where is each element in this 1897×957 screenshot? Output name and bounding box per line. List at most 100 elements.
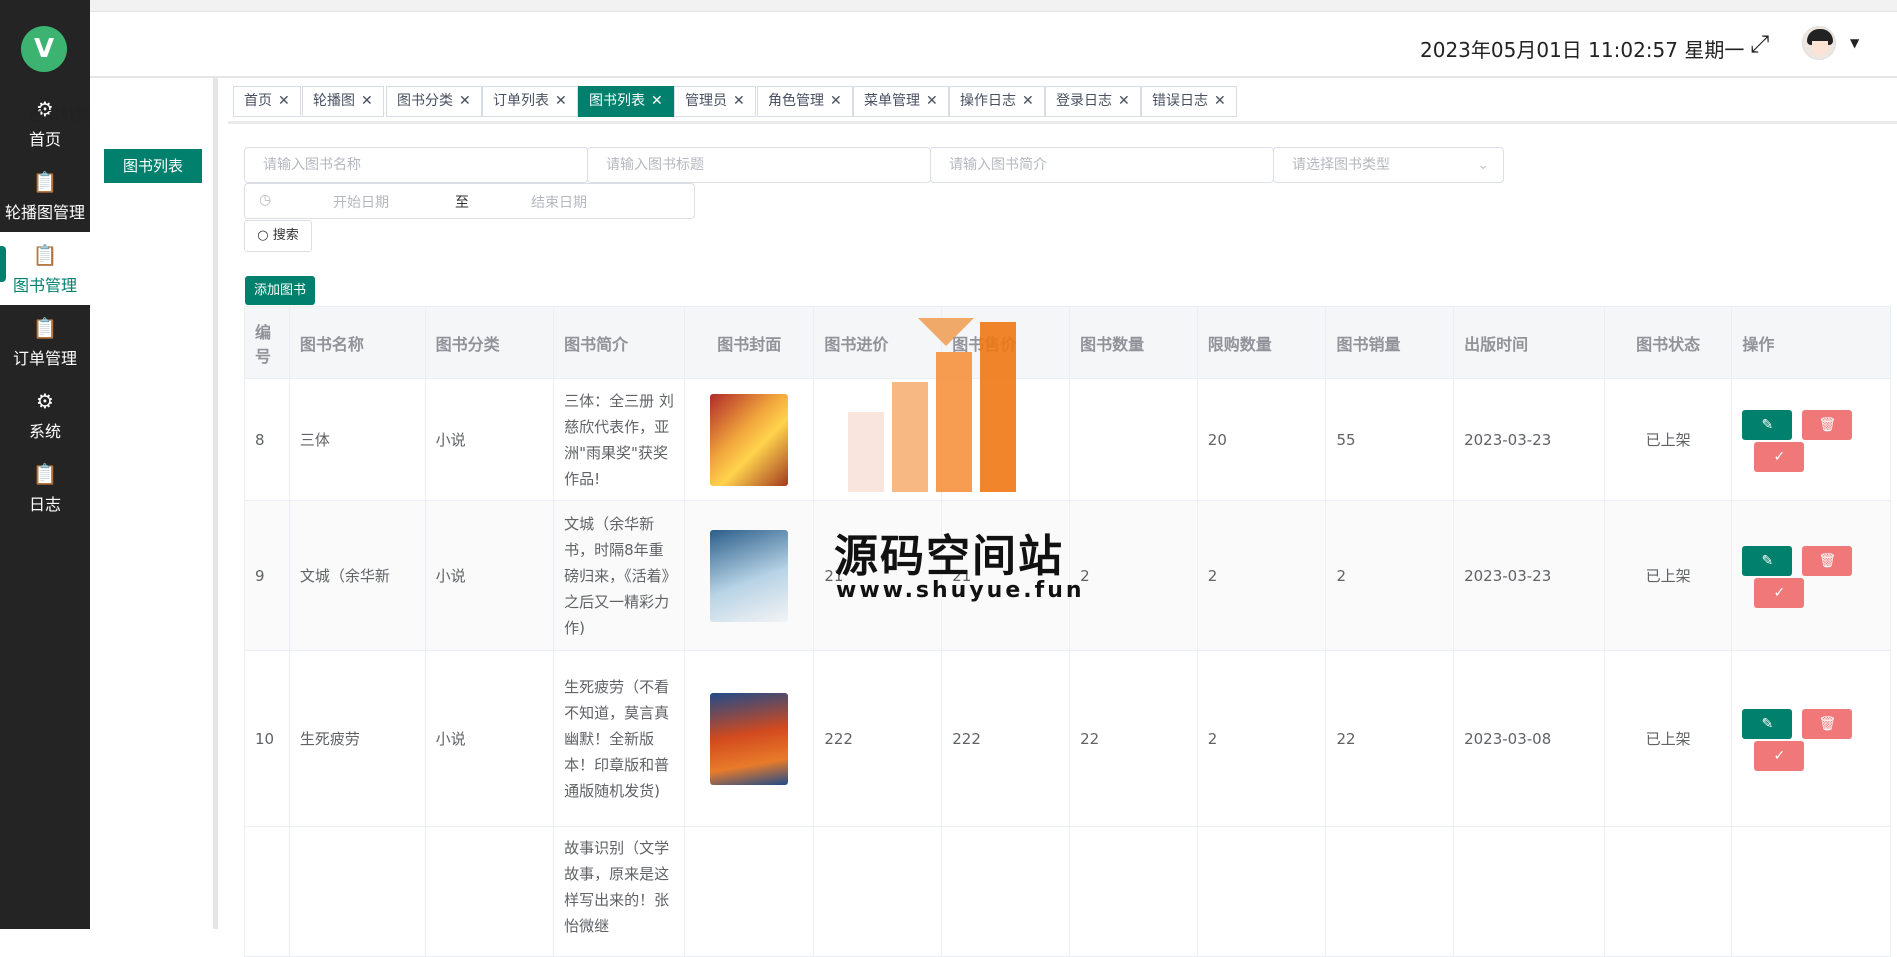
cell-cost: 222 bbox=[813, 650, 943, 827]
tab-label: 管理员 bbox=[685, 93, 727, 109]
pencil-icon: ✎ bbox=[1761, 416, 1774, 433]
cell-intro: 故事识别（文学故事，原来是这样写出来的！张怡微继 bbox=[564, 839, 670, 935]
cell-price: 222 bbox=[941, 650, 1071, 827]
confirm-button[interactable]: ✓ bbox=[1754, 577, 1805, 608]
sub-sidebar bbox=[90, 78, 218, 929]
tab-label: 角色管理 bbox=[768, 93, 824, 109]
confirm-button[interactable]: ✓ bbox=[1754, 441, 1805, 472]
tab-home[interactable]: 首页 ✕ bbox=[233, 86, 301, 117]
cell-id: 9 bbox=[244, 500, 290, 651]
fullscreen-icon[interactable]: ⤢ bbox=[1750, 30, 1769, 58]
tab-op-logs[interactable]: 操作日志 ✕ bbox=[949, 86, 1045, 117]
close-icon[interactable]: ✕ bbox=[278, 93, 290, 109]
close-icon[interactable]: ✕ bbox=[651, 93, 663, 109]
tab-book-category[interactable]: 图书分类 ✕ bbox=[386, 86, 482, 117]
tab-admin[interactable]: 管理员 ✕ bbox=[674, 86, 756, 117]
close-icon[interactable]: ✕ bbox=[361, 93, 373, 109]
watermark-text: 源码空间站 bbox=[834, 531, 1064, 582]
table-row[interactable]: 故事识别（文学故事，原来是这样写出来的！张怡微继 bbox=[244, 826, 1891, 957]
cell-id: 8 bbox=[244, 378, 290, 501]
tab-label: 轮播图 bbox=[313, 93, 355, 109]
avatar[interactable] bbox=[1802, 26, 1836, 60]
trash-icon: 🗑 bbox=[1818, 715, 1837, 732]
col-quantity: 图书数量 bbox=[1069, 306, 1198, 379]
tab-error-logs[interactable]: 错误日志 ✕ bbox=[1141, 86, 1237, 117]
close-icon[interactable]: ✕ bbox=[733, 93, 745, 109]
search-button[interactable]: ○ 搜索 bbox=[244, 220, 312, 252]
cell-name: 生死疲劳 bbox=[288, 650, 426, 827]
col-id: 编号 bbox=[244, 306, 290, 379]
confirm-button[interactable]: ✓ bbox=[1754, 740, 1805, 771]
edit-button[interactable]: ✎ bbox=[1742, 545, 1793, 576]
sidebar-item-orders[interactable]: 📋 订单管理 bbox=[0, 305, 90, 378]
book-intro-input[interactable]: 请输入图书简介 bbox=[930, 147, 1274, 183]
cell-limit: 20 bbox=[1196, 378, 1327, 501]
sidebar-item-label: 轮播图管理 bbox=[4, 203, 85, 222]
tab-carousel[interactable]: 轮播图 ✕ bbox=[302, 86, 384, 117]
cell-sales: 55 bbox=[1325, 378, 1455, 501]
close-icon[interactable]: ✕ bbox=[1118, 93, 1130, 109]
sidebar-item-logs[interactable]: 📋 日志 bbox=[0, 451, 90, 524]
cell-publish-date: 2023-03-08 bbox=[1453, 650, 1605, 827]
sidebar-item-label: 日志 bbox=[28, 495, 61, 514]
book-title-input[interactable]: 请输入图书标题 bbox=[587, 147, 931, 183]
subnav-book-category[interactable]: 图书分类 bbox=[30, 104, 90, 125]
cell-category: 小说 bbox=[424, 500, 555, 651]
close-icon[interactable]: ✕ bbox=[1022, 93, 1034, 109]
close-icon[interactable]: ✕ bbox=[926, 93, 938, 109]
search-icon: ○ bbox=[257, 228, 269, 243]
row-actions: ✎ 🗑 ✓ bbox=[1742, 408, 1862, 472]
tab-bar: 首页 ✕ 轮播图 ✕ 图书分类 ✕ 订单列表 ✕ 图书列表 ✕ 管理员 ✕ 角色管理 ✕ 菜单… bbox=[228, 78, 1897, 124]
col-cover: 图书封面 bbox=[684, 306, 815, 379]
book-cover-image bbox=[710, 529, 789, 622]
col-publish-date: 出版时间 bbox=[1453, 306, 1605, 379]
tab-roles[interactable]: 角色管理 ✕ bbox=[757, 86, 853, 117]
sidebar-item-system[interactable]: ⚙ 系统 bbox=[0, 378, 90, 451]
cell-sales: 22 bbox=[1325, 650, 1455, 827]
book-name-input[interactable]: 请输入图书名称 bbox=[244, 147, 588, 183]
clock-icon: ◷ bbox=[259, 192, 272, 208]
tab-label: 登录日志 bbox=[1056, 93, 1112, 109]
cell-publish-date: 2023-03-23 bbox=[1453, 500, 1605, 651]
sidebar-item-label: 订单管理 bbox=[12, 349, 77, 368]
tab-order-list[interactable]: 订单列表 ✕ bbox=[482, 86, 578, 117]
start-date-input[interactable]: 开始日期 bbox=[333, 192, 389, 212]
row-actions: ✎ 🗑 ✓ bbox=[1742, 707, 1862, 771]
cell-intro: 文城（余华新书，时隔8年重磅归来，《活着》之后又一精彩力作) bbox=[564, 514, 670, 637]
search-button-label: 搜索 bbox=[272, 228, 299, 243]
delete-button[interactable]: 🗑 bbox=[1802, 708, 1853, 739]
edit-button[interactable]: ✎ bbox=[1742, 409, 1793, 440]
tab-login-logs[interactable]: 登录日志 ✕ bbox=[1045, 86, 1141, 117]
app-logo[interactable]: V bbox=[21, 26, 67, 72]
check-icon: ✓ bbox=[1773, 584, 1786, 601]
table-header-row: 编号 图书名称 图书分类 图书简介 图书封面 图书进价 图书售价 图书数量 限购… bbox=[244, 306, 1891, 379]
table-row[interactable]: 10 生死疲劳 小说 生死疲劳（不看不知道，莫言真幽默！全新版本！印章版和普通版… bbox=[244, 650, 1891, 827]
close-icon[interactable]: ✕ bbox=[1214, 93, 1226, 109]
close-icon[interactable]: ✕ bbox=[459, 93, 471, 109]
chevron-down-icon[interactable]: ▼ bbox=[1850, 36, 1859, 50]
col-status: 图书状态 bbox=[1603, 306, 1733, 379]
subnav-book-list[interactable]: 图书列表 bbox=[104, 149, 202, 183]
pencil-icon: ✎ bbox=[1761, 715, 1774, 732]
cell-limit: 2 bbox=[1196, 500, 1327, 651]
table-row[interactable]: 9 文城（余华新 小说 文城（余华新书，时隔8年重磅归来，《活着》之后又一精彩力… bbox=[244, 500, 1891, 651]
close-icon[interactable]: ✕ bbox=[830, 93, 842, 109]
col-intro: 图书简介 bbox=[553, 306, 686, 379]
table-row[interactable]: 8 三体 小说 三体：全三册 刘慈欣代表作，亚洲"雨果奖"获奖作品! 20 55… bbox=[244, 378, 1891, 501]
delete-button[interactable]: 🗑 bbox=[1802, 409, 1853, 440]
date-range-picker[interactable]: ◷ 开始日期 至 结束日期 bbox=[244, 183, 695, 219]
trash-icon: 🗑 bbox=[1818, 552, 1837, 569]
delete-button[interactable]: 🗑 bbox=[1802, 545, 1853, 576]
sidebar-item-books[interactable]: 📋 图书管理 bbox=[0, 232, 90, 305]
edit-button[interactable]: ✎ bbox=[1742, 708, 1793, 739]
end-date-input[interactable]: 结束日期 bbox=[531, 192, 587, 212]
sidebar-item-carousel[interactable]: 📋 轮播图管理 bbox=[0, 159, 90, 232]
add-book-button[interactable]: 添加图书 bbox=[245, 276, 315, 305]
book-table: 编号 图书名称 图书分类 图书简介 图书封面 图书进价 图书售价 图书数量 限购… bbox=[244, 306, 1891, 957]
tab-book-list[interactable]: 图书列表 ✕ bbox=[578, 86, 674, 117]
book-type-select[interactable]: 请选择图书类型 ⌄ bbox=[1273, 147, 1504, 183]
clipboard-icon: 📋 bbox=[32, 316, 58, 340]
close-icon[interactable]: ✕ bbox=[555, 93, 567, 109]
tab-menus[interactable]: 菜单管理 ✕ bbox=[853, 86, 949, 117]
cell-category: 小说 bbox=[424, 650, 555, 827]
